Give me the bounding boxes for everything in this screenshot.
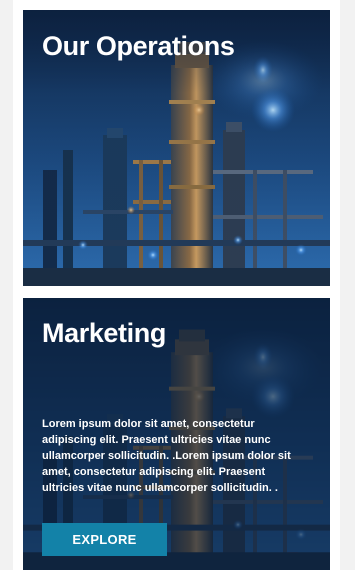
- explore-button[interactable]: EXPLORE: [42, 523, 167, 556]
- card-title: Marketing: [42, 318, 166, 348]
- operations-card[interactable]: Our Operations: [23, 10, 330, 286]
- page: Our Operations Marketing Lorem ipsum dol…: [0, 0, 355, 570]
- content-column: Our Operations Marketing Lorem ipsum dol…: [13, 0, 340, 570]
- marketing-card: Marketing Lorem ipsum dolor sit amet, co…: [23, 298, 330, 570]
- card-title: Our Operations: [42, 31, 235, 61]
- card-description: Lorem ipsum dolor sit amet, consectetur …: [42, 418, 291, 494]
